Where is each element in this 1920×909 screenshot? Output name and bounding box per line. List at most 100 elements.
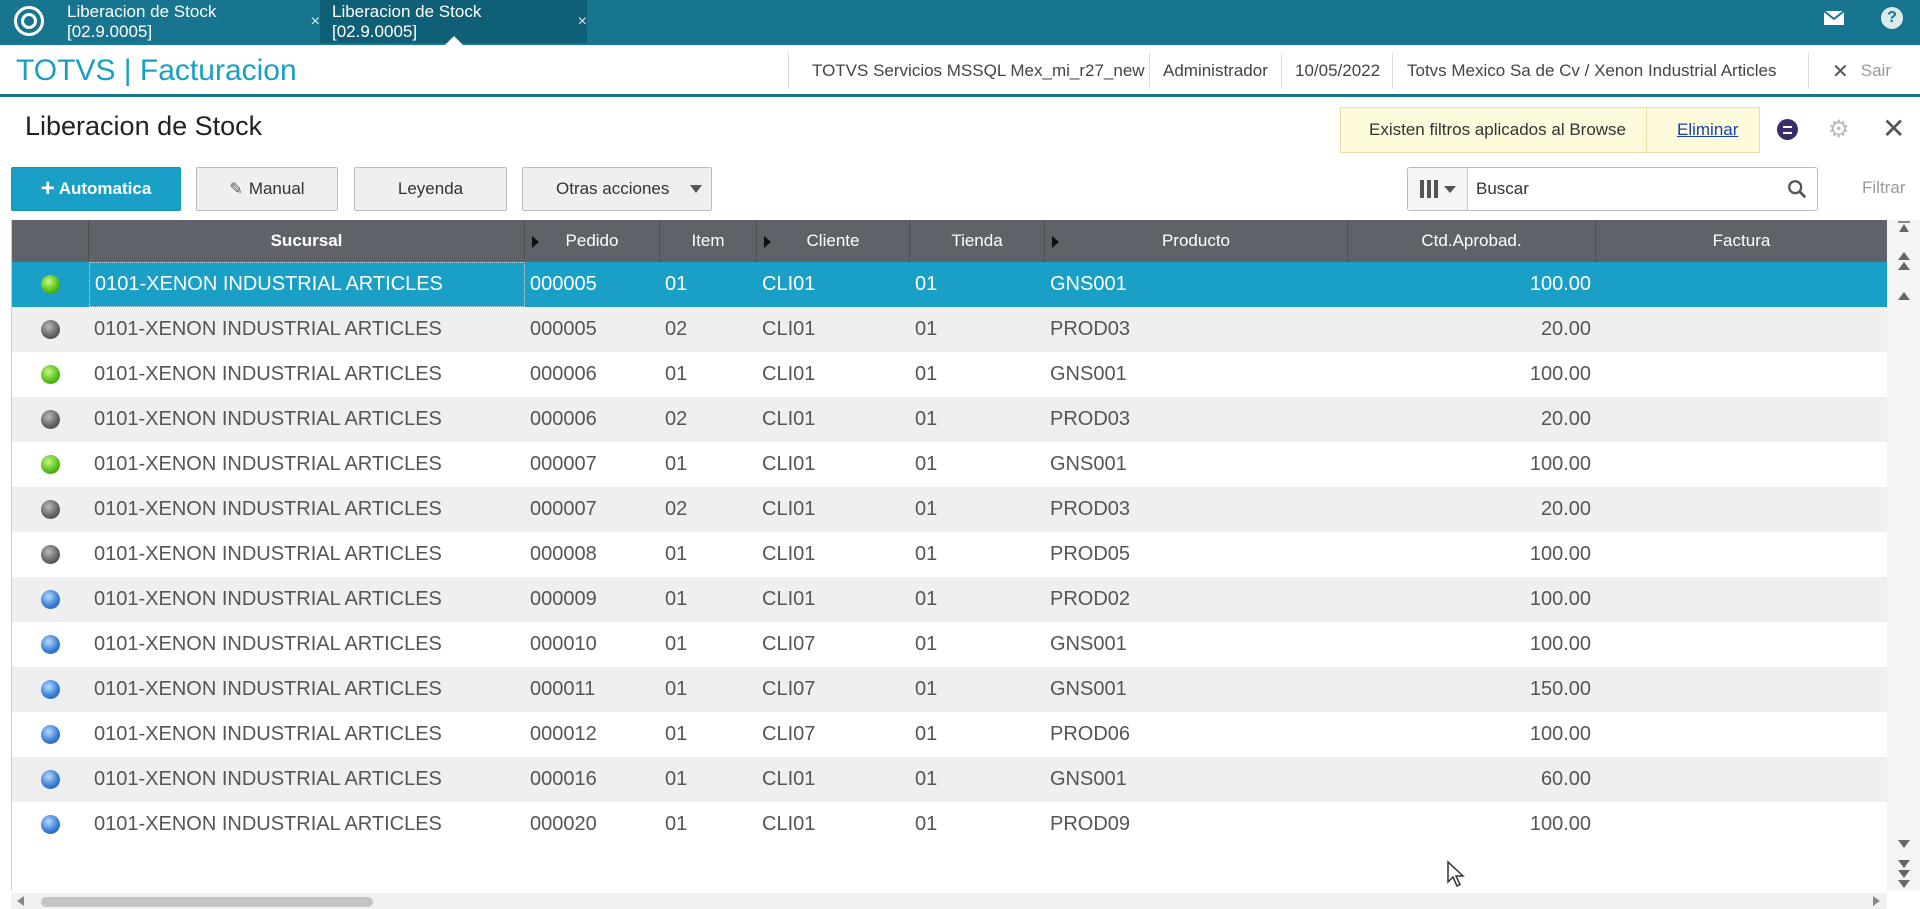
search-icon[interactable]	[1777, 178, 1817, 200]
cell-tienda: 01	[915, 588, 938, 610]
cell-tienda: 01	[915, 813, 938, 835]
column-header-item[interactable]: Item	[660, 220, 757, 262]
totvs-logo-icon[interactable]	[14, 6, 44, 36]
leyenda-button[interactable]: Leyenda	[354, 167, 507, 211]
manual-label: Manual	[248, 179, 305, 198]
status-grey-icon	[41, 320, 60, 339]
column-header-factura[interactable]: Factura	[1596, 220, 1888, 262]
help-icon[interactable]: ?	[1868, 0, 1916, 35]
mail-icon[interactable]	[1810, 0, 1858, 35]
app-title: TOTVS | Facturacion	[16, 54, 297, 87]
status-blue-icon	[41, 590, 60, 609]
cell-sucursal: 0101-XENON INDUSTRIAL ARTICLES	[94, 498, 442, 520]
close-icon[interactable]: ×	[578, 13, 587, 31]
column-header-cliente[interactable]: Cliente	[757, 220, 910, 262]
close-icon[interactable]: ×	[311, 13, 320, 31]
cell-sucursal: 0101-XENON INDUSTRIAL ARTICLES	[89, 262, 525, 307]
scroll-right-icon[interactable]	[1873, 896, 1880, 906]
cell-item: 02	[665, 408, 688, 430]
column-header-sucursal[interactable]: Sucursal	[89, 220, 525, 262]
cell-tienda: 01	[915, 678, 938, 700]
cell-sucursal: 0101-XENON INDUSTRIAL ARTICLES	[94, 633, 442, 655]
status-green-icon	[41, 455, 60, 474]
cell-sucursal: 0101-XENON INDUSTRIAL ARTICLES	[94, 453, 442, 475]
mouse-cursor-icon	[1447, 860, 1465, 888]
cell-cantidad: 100.00	[1529, 453, 1591, 475]
cell-sucursal: 0101-XENON INDUSTRIAL ARTICLES	[94, 678, 442, 700]
cell-cliente: CLI07	[762, 633, 816, 655]
status-cell	[12, 577, 89, 622]
cell-pedido: 000010	[530, 633, 597, 655]
close-icon: ✕	[1832, 60, 1849, 83]
cell-pedido: 000011	[530, 678, 596, 700]
cell-cliente: CLI01	[762, 273, 816, 295]
column-header-label: Cliente	[806, 231, 860, 250]
cell-item: 01	[665, 363, 688, 385]
remove-filter-link[interactable]: Eliminar	[1647, 120, 1738, 140]
table-row[interactable]: 0101-XENON INDUSTRIAL ARTICLES 000005 01 CL…	[12, 262, 1888, 307]
cell-pedido: 000008	[530, 543, 597, 565]
tab-liberacion-stock-1[interactable]: Liberacion de Stock [02.9.0005] ×	[55, 0, 320, 43]
gear-icon[interactable]: ⚙	[1828, 115, 1850, 144]
search-input[interactable]	[1468, 169, 1777, 209]
table-row[interactable]: 0101-XENON INDUSTRIAL ARTICLES 000006 01 CL…	[12, 352, 1888, 397]
cell-producto: PROD09	[1050, 813, 1131, 835]
cell-producto: GNS001	[1050, 363, 1127, 385]
table-row[interactable]: 0101-XENON INDUSTRIAL ARTICLES 000005 02 CL…	[12, 307, 1888, 352]
column-selector-button[interactable]	[1408, 168, 1468, 210]
table-row[interactable]: 0101-XENON INDUSTRIAL ARTICLES 000011 01 CL…	[12, 667, 1888, 712]
table-row[interactable]: 0101-XENON INDUSTRIAL ARTICLES 000016 01 CL…	[12, 757, 1888, 802]
status-green-icon	[41, 365, 60, 384]
table-row[interactable]: 0101-XENON INDUSTRIAL ARTICLES 000010 01 CL…	[12, 622, 1888, 667]
filter-link[interactable]: Filtrar	[1862, 178, 1905, 198]
cell-producto: PROD05	[1050, 543, 1131, 565]
cell-producto: GNS001	[1050, 453, 1127, 475]
expand-icon	[1052, 236, 1059, 248]
column-header-pedido[interactable]: Pedido	[525, 220, 660, 262]
table-row[interactable]: 0101-XENON INDUSTRIAL ARTICLES 000008 01 CL…	[12, 532, 1888, 577]
close-icon[interactable]: ✕	[1882, 112, 1905, 145]
column-header-status[interactable]	[12, 220, 89, 262]
automatica-button[interactable]: + Automatica	[11, 167, 181, 211]
divider	[1149, 53, 1150, 89]
manual-button[interactable]: ✎ Manual	[196, 167, 338, 211]
status-blue-icon	[41, 770, 60, 789]
otras-acciones-label: Otras acciones	[556, 179, 670, 198]
cell-cantidad: 20.00	[1540, 318, 1591, 340]
cell-producto: GNS001	[1050, 273, 1127, 295]
cell-pedido: 000005	[530, 318, 597, 340]
otras-acciones-button[interactable]: Otras acciones	[522, 167, 712, 211]
cell-item: 01	[665, 633, 688, 655]
dashboard-circle-icon[interactable]	[1777, 119, 1798, 140]
status-cell	[12, 532, 89, 577]
vertical-scrollbar[interactable]	[1887, 220, 1920, 890]
app-header: TOTVS | Facturacion TOTVS Servicios MSSQ…	[0, 45, 1920, 97]
column-header-producto[interactable]: Producto	[1045, 220, 1348, 262]
cell-factura	[1596, 487, 1888, 532]
expand-icon	[764, 236, 771, 248]
status-blue-icon	[41, 635, 60, 654]
scroll-thumb[interactable]	[41, 897, 373, 907]
exit-button[interactable]: ✕ Sair	[1832, 45, 1891, 97]
status-grey-icon	[41, 500, 60, 519]
horizontal-scrollbar[interactable]	[11, 893, 1887, 909]
table-row[interactable]: 0101-XENON INDUSTRIAL ARTICLES 000006 02 CL…	[12, 397, 1888, 442]
date-label: 10/05/2022	[1295, 61, 1381, 80]
column-header-tienda[interactable]: Tienda	[910, 220, 1045, 262]
status-green-icon	[41, 275, 60, 294]
table-row[interactable]: 0101-XENON INDUSTRIAL ARTICLES 000007 01 CL…	[12, 442, 1888, 487]
cell-item: 02	[665, 498, 688, 520]
divider	[1281, 53, 1282, 89]
cell-tienda: 01	[915, 273, 938, 295]
cell-producto: GNS001	[1050, 633, 1127, 655]
expand-icon	[532, 236, 539, 248]
table-row[interactable]: 0101-XENON INDUSTRIAL ARTICLES 000007 02 CL…	[12, 487, 1888, 532]
scroll-left-icon[interactable]	[17, 896, 24, 906]
table-row[interactable]: 0101-XENON INDUSTRIAL ARTICLES 000009 01 CL…	[12, 577, 1888, 622]
column-header-cantidad[interactable]: Ctd.Aprobad.	[1348, 220, 1596, 262]
chevron-down-icon	[690, 185, 702, 193]
table-row[interactable]: 0101-XENON INDUSTRIAL ARTICLES 000020 01 CL…	[12, 802, 1888, 847]
automatica-label: Automatica	[58, 179, 152, 198]
table-row[interactable]: 0101-XENON INDUSTRIAL ARTICLES 000012 01 CL…	[12, 712, 1888, 757]
cell-cantidad: 100.00	[1529, 723, 1591, 745]
